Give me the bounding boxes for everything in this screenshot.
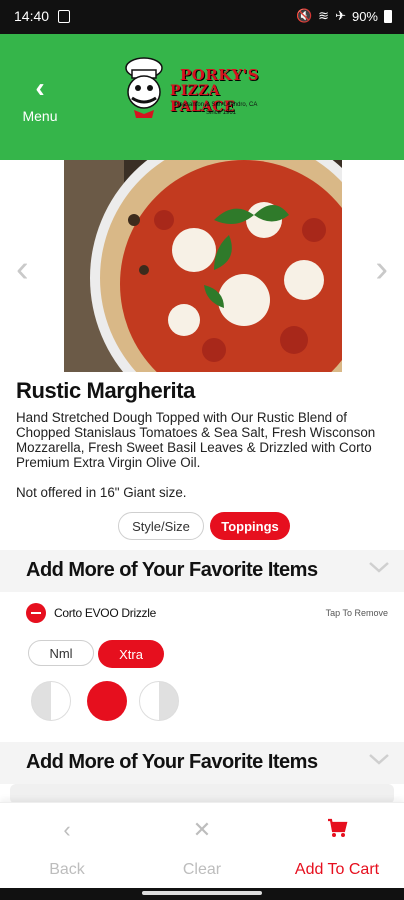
logo-tagline2: Since 1961: [206, 110, 237, 116]
product-image: [64, 160, 342, 372]
mute-icon: 🔇: [295, 8, 313, 23]
product-title: Rustic Margherita: [16, 378, 196, 403]
pizza-image: [64, 160, 342, 372]
clear-button[interactable]: ✕ Clear: [135, 803, 269, 889]
sim-icon: [58, 10, 70, 23]
tab-toppings[interactable]: Toppings: [210, 512, 290, 540]
clear-label: Clear: [182, 861, 222, 878]
logo-tagline1: Pleasanton & San Leandro, CA: [174, 102, 258, 108]
remove-icon[interactable]: [26, 603, 46, 623]
back-to-menu-button[interactable]: ‹ Menu: [16, 72, 64, 125]
close-icon: ✕: [192, 817, 212, 842]
option-tabs: Style/Size Toppings: [118, 512, 290, 540]
tab-style-size[interactable]: Style/Size: [118, 512, 204, 540]
previous-image-button[interactable]: ‹: [16, 248, 29, 291]
status-bar: 14:40 🔇 ≋ ✈ 90%: [0, 0, 404, 34]
right-half-icon[interactable]: [139, 681, 179, 721]
battery-percent: 90%: [351, 8, 378, 24]
back-menu-label: Menu: [22, 108, 58, 124]
add-to-cart-label: Add To Cart: [294, 861, 380, 878]
section-title: Add More of Your Favorite Items: [26, 559, 318, 581]
brand-logo: PORKY'S PIZZA PALACE Pleasanton & San Le…: [122, 56, 284, 126]
status-time: 14:40: [14, 8, 50, 24]
home-handle[interactable]: [142, 891, 262, 895]
section-header[interactable]: Add More of Your Favorite Items: [0, 742, 404, 784]
chevron-down-icon: [369, 754, 389, 765]
chevron-down-icon: [369, 562, 389, 573]
section-header[interactable]: Add More of Your Favorite Items: [0, 550, 404, 592]
chevron-left-icon: ‹: [63, 817, 71, 842]
collapsed-card: [10, 784, 394, 804]
topping-row[interactable]: Corto EVOO Drizzle Tap To Remove: [26, 603, 388, 625]
tap-to-remove-hint: Tap To Remove: [325, 608, 388, 618]
cart-icon: [270, 817, 404, 843]
amount-selector: Nml Xtra: [28, 640, 164, 668]
back-label: Back: [49, 861, 85, 878]
system-nav-bar: [0, 888, 404, 900]
logo-line1: PORKY'S: [180, 66, 260, 84]
airplane-icon: ✈: [335, 8, 346, 23]
whole-pizza-icon[interactable]: [87, 681, 127, 721]
next-image-button[interactable]: ›: [375, 248, 388, 291]
product-description: Hand Stretched Dough Topped with Our Rus…: [16, 410, 376, 470]
amount-extra-button[interactable]: Xtra: [98, 640, 164, 668]
status-icons: 🔇 ≋ ✈ 90%: [296, 8, 392, 24]
amount-normal-button[interactable]: Nml: [28, 640, 94, 666]
back-button[interactable]: ‹ Back: [0, 803, 134, 889]
product-note: Not offered in 16" Giant size.: [16, 485, 187, 500]
left-half-icon[interactable]: [31, 681, 71, 721]
chef-mascot-icon: [125, 57, 163, 118]
app-header: ‹ Menu PORKY'S PIZZA PALACE Pleasanton &…: [0, 34, 404, 160]
wifi-icon: ≋: [318, 8, 330, 23]
battery-icon: [384, 9, 392, 23]
chevron-left-icon: ‹: [35, 72, 45, 103]
bottom-action-bar: ‹ Back ✕ Clear Add To Cart: [0, 802, 404, 888]
topping-name: Corto EVOO Drizzle: [54, 606, 156, 620]
add-to-cart-button[interactable]: Add To Cart: [270, 803, 404, 889]
section-title: Add More of Your Favorite Items: [26, 751, 318, 773]
